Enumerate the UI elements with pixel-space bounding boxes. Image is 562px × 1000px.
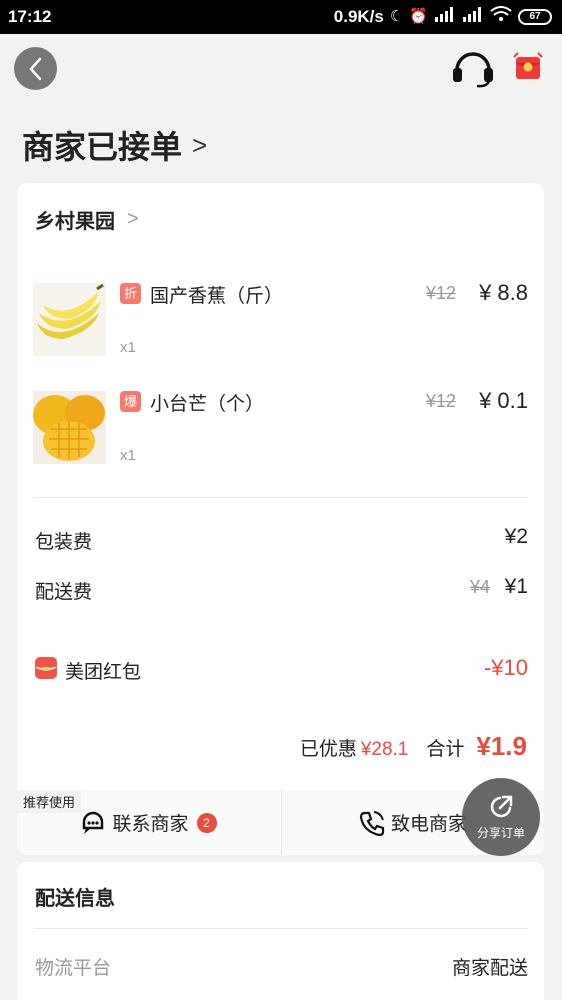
hot-badge: 爆 (120, 391, 141, 412)
back-button[interactable] (14, 47, 57, 90)
discount-label: 已优惠 (299, 739, 357, 760)
order-item[interactable]: 爆 小台芒（个） x1 ¥12 ¥ 0.1 (33, 388, 528, 471)
status-time: 17:12 (8, 7, 52, 26)
discount-value: ¥28.1 (360, 739, 409, 760)
item-name: 国产香蕉（斤） (150, 286, 284, 307)
status-icons: 0.9K/s ☾ ⏰ 67 (334, 6, 552, 28)
delivery-info-title: 配送信息 (35, 888, 115, 910)
logistics-platform-label: 物流平台 (35, 958, 112, 979)
item-original-price: ¥12 (425, 391, 456, 411)
red-envelope-button[interactable] (512, 51, 544, 88)
delivery-fee-row: 配送费 ¥4 ¥1 (35, 575, 528, 603)
red-envelope-icon (513, 52, 543, 79)
alarm-icon: ⏰ (409, 8, 428, 25)
moon-icon: ☾ (389, 8, 404, 25)
signal-icon (434, 6, 456, 28)
delivery-fee-value: ¥1 (504, 575, 528, 598)
delivery-fee-original: ¥4 (469, 577, 490, 597)
item-price: ¥ 8.8 (479, 280, 528, 305)
shop-name: 乡村果园 (35, 211, 115, 233)
divider (33, 497, 528, 498)
coupon-label: 美团红包 (65, 662, 142, 683)
top-bar (0, 34, 562, 104)
chat-icon (83, 811, 104, 834)
status-bar: 17:12 0.9K/s ☾ ⏰ 67 (0, 0, 562, 34)
contact-merchant-button[interactable]: 联系商家 2 (17, 790, 280, 855)
share-order-button[interactable]: 分享订单 (462, 778, 540, 856)
unread-count-badge: 2 (196, 812, 217, 833)
product-image-mango (33, 391, 106, 464)
coupon-value: -¥10 (483, 655, 528, 680)
signal-icon-2 (462, 6, 484, 28)
delivery-fee-label: 配送费 (35, 582, 93, 603)
share-order-label: 分享订单 (476, 825, 525, 840)
contact-merchant-label: 联系商家 (112, 814, 189, 835)
battery-indicator: 67 (518, 9, 552, 25)
discount-badge: 折 (120, 283, 141, 304)
call-merchant-label: 致电商家 (390, 814, 467, 835)
order-card: 乡村果园 > 折 国产香蕉（斤） x1 ¥12 ¥ 8.8 爆 小台芒（个） x… (17, 183, 544, 855)
delivery-info-card: 配送信息 物流平台 商家配送 (17, 862, 544, 1000)
phone-icon (359, 810, 385, 836)
packaging-fee-row: 包装费 ¥2 (35, 525, 528, 553)
shop-name-link[interactable]: 乡村果园 > (35, 205, 139, 234)
logistics-platform-value: 商家配送 (451, 958, 528, 979)
chevron-left-icon (28, 57, 41, 80)
total-label: 合计 (426, 739, 465, 760)
item-quantity: x1 (120, 447, 136, 464)
chevron-right-icon: > (192, 129, 208, 160)
item-name: 小台芒（个） (150, 394, 265, 415)
logistics-platform-row: 物流平台 商家配送 (35, 953, 528, 980)
product-image-banana (33, 283, 106, 356)
coupon-row: 美团红包 -¥10 (35, 655, 528, 685)
divider (33, 928, 528, 929)
order-summary: 已优惠 ¥28.1 合计 ¥1.9 (300, 731, 527, 762)
total-value: ¥1.9 (476, 731, 527, 761)
chevron-right-icon: > (127, 208, 139, 230)
headset-icon (453, 52, 493, 88)
wifi-icon (490, 6, 512, 28)
order-item[interactable]: 折 国产香蕉（斤） x1 ¥12 ¥ 8.8 (33, 280, 528, 363)
item-price: ¥ 0.1 (479, 388, 528, 413)
order-status-title[interactable]: 商家已接单 > (22, 122, 207, 168)
item-original-price: ¥12 (425, 283, 456, 303)
packaging-fee-label: 包装费 (35, 532, 93, 553)
network-speed: 0.9K/s (333, 7, 384, 26)
order-status-text: 商家已接单 (22, 129, 183, 165)
packaging-fee-value: ¥2 (504, 525, 528, 548)
customer-service-button[interactable] (451, 48, 495, 93)
share-icon (490, 795, 513, 817)
red-envelope-coupon-icon (35, 657, 57, 679)
item-quantity: x1 (120, 339, 136, 356)
